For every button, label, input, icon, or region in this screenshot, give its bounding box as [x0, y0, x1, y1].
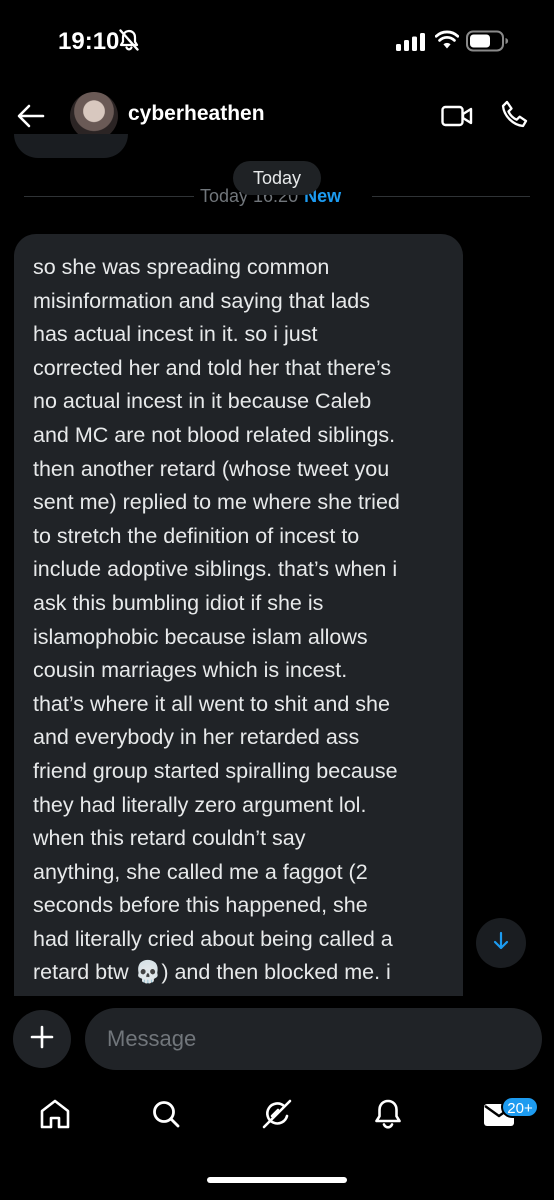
video-call-icon[interactable]	[441, 104, 473, 133]
contact-username[interactable]: cyberheathen	[128, 102, 265, 126]
message-line: ask this bumbling idiot if she is	[33, 590, 324, 615]
message-composer	[0, 1008, 554, 1072]
phone-call-icon[interactable]	[500, 100, 528, 135]
message-line: seconds before this happened, she	[33, 893, 368, 918]
tab-search[interactable]	[136, 1086, 196, 1146]
back-arrow-icon[interactable]	[16, 102, 46, 135]
message-line: had literally cried about being called a	[33, 926, 393, 951]
today-floating-label: Today	[233, 161, 321, 195]
wifi-icon	[434, 30, 460, 55]
grok-icon	[260, 1097, 294, 1136]
message-line: has actual incest in it. so i just	[33, 322, 318, 347]
tab-grok[interactable]	[247, 1086, 307, 1146]
message-line: corrected her and told her that there’s	[33, 355, 392, 380]
message-line: anything, she called me a faggot (2	[33, 859, 368, 884]
avatar[interactable]	[70, 92, 118, 140]
message-text: so she was spreading common misinformati…	[14, 234, 463, 990]
message-line: friend group started spiralling because	[33, 758, 398, 783]
arrow-down-icon	[492, 931, 510, 956]
message-line: that’s where it all went to shit and she	[33, 691, 390, 716]
message-line: and everybody in her retarded ass	[33, 725, 360, 750]
divider-line-right	[372, 196, 530, 197]
message-line: retard btw 💀) and then blocked me. i	[33, 960, 391, 985]
status-bar: 19:10	[0, 0, 554, 82]
status-time: 19:10	[58, 28, 120, 55]
message-line: no actual incest in it because Caleb	[33, 389, 372, 414]
add-attachment-button[interactable]	[13, 1010, 71, 1068]
message-line: so she was spreading common	[33, 255, 330, 279]
plus-icon	[29, 1024, 55, 1055]
message-line: and MC are not blood related siblings.	[33, 422, 396, 447]
message-line: cousin marriages which is incest.	[33, 658, 348, 683]
signal-icon	[396, 33, 426, 56]
messages-unread-badge: 20+	[501, 1096, 539, 1118]
tab-home[interactable]	[25, 1086, 85, 1146]
search-icon	[150, 1098, 182, 1135]
scroll-to-bottom-button[interactable]	[476, 918, 526, 968]
message-line: islamophobic because islam allows	[33, 624, 368, 649]
message-line: when this retard couldn’t say	[33, 826, 306, 851]
previous-message-bubble[interactable]	[14, 134, 128, 158]
tab-notifications[interactable]	[358, 1086, 418, 1146]
home-indicator	[207, 1177, 347, 1183]
message-line: sent me) replied to me where she tried	[33, 490, 400, 515]
message-line: include adoptive siblings. that’s when i	[33, 557, 398, 582]
message-line: then another retard (whose tweet you	[33, 456, 390, 481]
home-icon	[38, 1097, 72, 1136]
received-message-bubble[interactable]: so she was spreading common misinformati…	[14, 234, 463, 996]
message-line: misinformation and saying that lads	[33, 288, 371, 313]
divider-line-left	[24, 196, 194, 197]
battery-icon	[466, 30, 510, 57]
message-line: to stretch the definition of incest to	[33, 523, 360, 548]
message-line: they had literally zero argument lol.	[33, 792, 367, 817]
notifications-icon	[372, 1097, 404, 1136]
bottom-tab-bar	[0, 1086, 554, 1152]
message-input[interactable]	[85, 1008, 542, 1070]
bell-slash-icon	[118, 28, 140, 57]
